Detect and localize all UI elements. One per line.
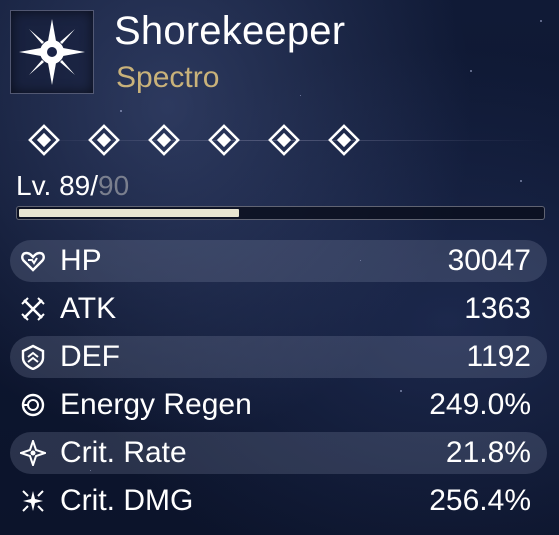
chain-node-5-diamond-icon[interactable] <box>268 124 300 156</box>
stat-value: 1192 <box>466 340 531 373</box>
level-prefix: Lv. <box>16 170 52 201</box>
stat-label: Energy Regen <box>60 388 252 421</box>
stat-label: DEF <box>60 340 120 373</box>
stat-label: HP <box>60 244 102 277</box>
chain-node-6-diamond-icon[interactable] <box>328 124 360 156</box>
stat-row-energy-regen: Energy Regen 249.0% <box>10 384 547 426</box>
crit-dmg-icon <box>22 490 44 512</box>
energy-regen-icon <box>21 393 45 417</box>
crit-rate-icon <box>20 440 46 466</box>
stat-row-crit-dmg: Crit. DMG 256.4% <box>10 480 547 522</box>
stat-value: 1363 <box>464 292 531 325</box>
stat-value: 21.8% <box>445 436 531 469</box>
def-shield-icon <box>21 344 45 370</box>
atk-swords-icon <box>21 297 45 321</box>
stat-row-atk: ATK 1363 <box>10 288 547 330</box>
chain-node-3-diamond-icon[interactable] <box>148 124 180 156</box>
character-name: Shorekeeper <box>114 9 346 53</box>
stat-value: 30047 <box>447 244 531 277</box>
level-progress-bar <box>16 206 545 220</box>
stat-row-crit-rate: Crit. Rate 21.8% <box>10 432 547 474</box>
level-current: 89 <box>59 170 91 201</box>
stat-value: 256.4% <box>429 484 531 517</box>
stat-row-hp: HP 30047 <box>10 240 547 282</box>
chain-node-1-diamond-icon[interactable] <box>28 124 60 156</box>
level-max: 90 <box>98 170 130 201</box>
element-emblem <box>10 10 94 94</box>
level-progress-fill <box>19 209 239 217</box>
stats-list: HP 30047 ATK 1363 DEF 1192 Energy Regen … <box>10 240 547 528</box>
stat-value: 249.0% <box>429 388 531 421</box>
chain-node-2-diamond-icon[interactable] <box>88 124 120 156</box>
stat-label: Crit. Rate <box>60 436 187 469</box>
element-label: Spectro <box>116 61 220 94</box>
stat-label: Crit. DMG <box>60 484 194 517</box>
stat-label: ATK <box>60 292 117 325</box>
hp-heart-icon <box>21 251 45 272</box>
chain-node-4-diamond-icon[interactable] <box>208 124 240 156</box>
level-separator: / <box>90 170 98 201</box>
stat-row-def: DEF 1192 <box>10 336 547 378</box>
spectro-sun-icon <box>19 19 85 85</box>
level-display: Lv. 89/90 <box>16 170 129 202</box>
